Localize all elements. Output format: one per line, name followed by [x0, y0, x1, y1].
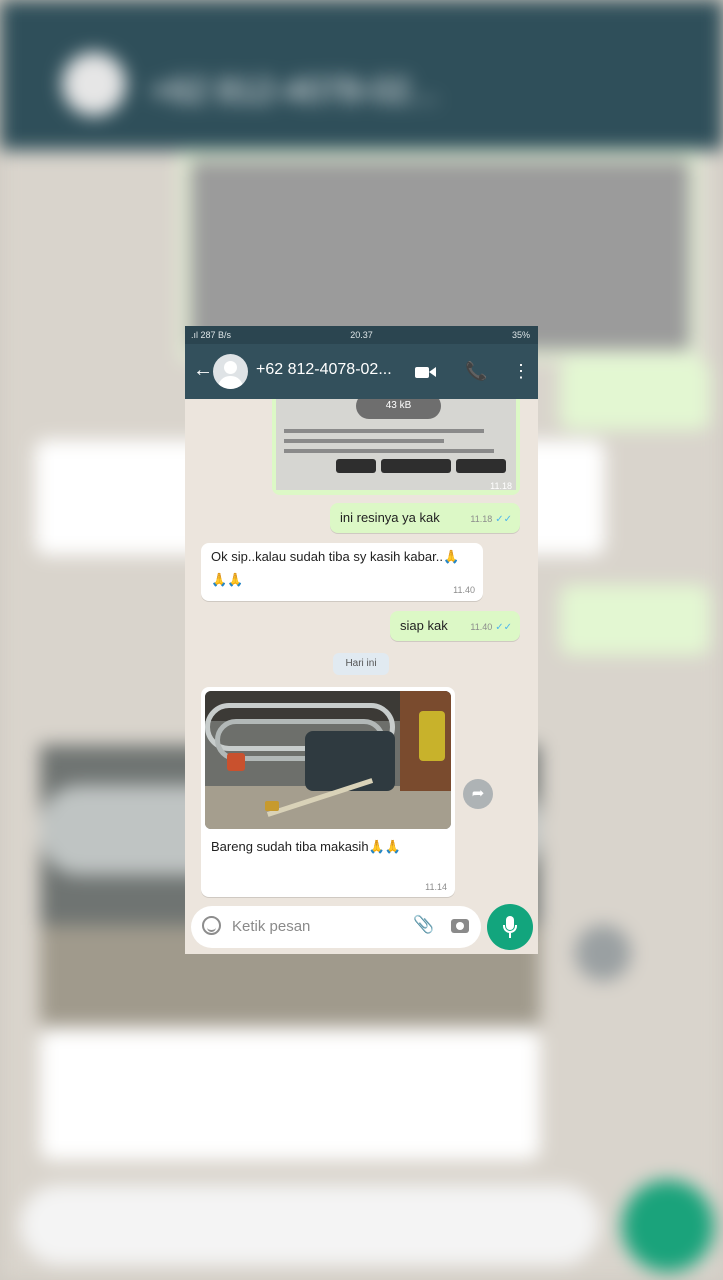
clock: 20.37 [350, 330, 373, 340]
avatar[interactable] [213, 354, 248, 389]
contact-name[interactable]: +62 812-4078-02... [256, 361, 401, 379]
message-time: 11.18 ✓✓ [470, 514, 512, 525]
bg-avatar [62, 52, 126, 116]
emoji-icon[interactable] [202, 916, 221, 935]
message-time: 11.40 ✓✓ [470, 622, 512, 633]
video-call-icon[interactable] [415, 361, 436, 382]
message-text: siap kak [400, 618, 448, 633]
received-photo[interactable] [205, 691, 451, 829]
message-time: 11.18 [490, 481, 512, 491]
phone-call-icon[interactable]: 📞 [465, 361, 487, 382]
chat-screen: .ıl 287 B/s 20.37 35% ← +62 812-4078-02.… [185, 326, 538, 954]
battery-level: 35% [511, 330, 530, 340]
message-text: Ok sip..kalau sudah tiba sy kasih kabar.… [211, 549, 460, 587]
bg-bubble [40, 1030, 540, 1160]
bg-bubble [560, 360, 710, 430]
message-time: 11.40 [453, 585, 475, 595]
paperclip-icon[interactable]: 📎 [413, 915, 434, 935]
bg-input [20, 1185, 600, 1265]
message-bubble-in[interactable]: Ok sip..kalau sudah tiba sy kasih kabar.… [201, 543, 483, 601]
arrow-back-icon[interactable]: ← [193, 359, 213, 381]
bg-contact-name: +62 812-4078-02... [150, 72, 439, 110]
receipt-image[interactable]: 43 kB [276, 399, 516, 490]
more-vert-icon[interactable]: ⋮ [512, 361, 530, 382]
message-text: Bareng sudah tiba makasih🙏🙏 [211, 839, 401, 854]
bg-header: +62 812-4078-02... [0, 0, 723, 150]
image-message[interactable]: 43 kB 11.18 [272, 399, 520, 495]
message-input[interactable]: Ketik pesan [232, 918, 310, 935]
read-ticks-icon: ✓✓ [495, 622, 512, 633]
bg-mic [622, 1180, 714, 1272]
chat-header: ← +62 812-4078-02... 📞 ⋮ [185, 344, 538, 399]
mic-button[interactable] [487, 904, 533, 950]
day-separator: Hari ini [333, 653, 389, 675]
bg-bubble [560, 585, 710, 655]
download-size-badge[interactable]: 43 kB [356, 399, 441, 419]
status-bar: .ıl 287 B/s 20.37 35% [185, 326, 538, 344]
message-bubble-out[interactable]: siap kak 11.40 ✓✓ [390, 611, 520, 641]
message-bubble-out[interactable]: ini resinya ya kak 11.18 ✓✓ [330, 503, 520, 533]
forward-icon[interactable]: ➦ [463, 779, 493, 809]
message-text: ini resinya ya kak [340, 510, 440, 525]
message-time: 11.14 [425, 882, 447, 892]
photo-message[interactable]: Bareng sudah tiba makasih🙏🙏 11.14 [201, 687, 455, 897]
message-list: 43 kB 11.18 ini resinya ya kak 11.18 ✓✓ O… [185, 399, 538, 904]
read-ticks-icon: ✓✓ [495, 514, 512, 525]
bg-forward [575, 925, 631, 981]
camera-icon[interactable] [451, 919, 469, 933]
message-input-bar: Ketik pesan 📎 [191, 906, 481, 948]
